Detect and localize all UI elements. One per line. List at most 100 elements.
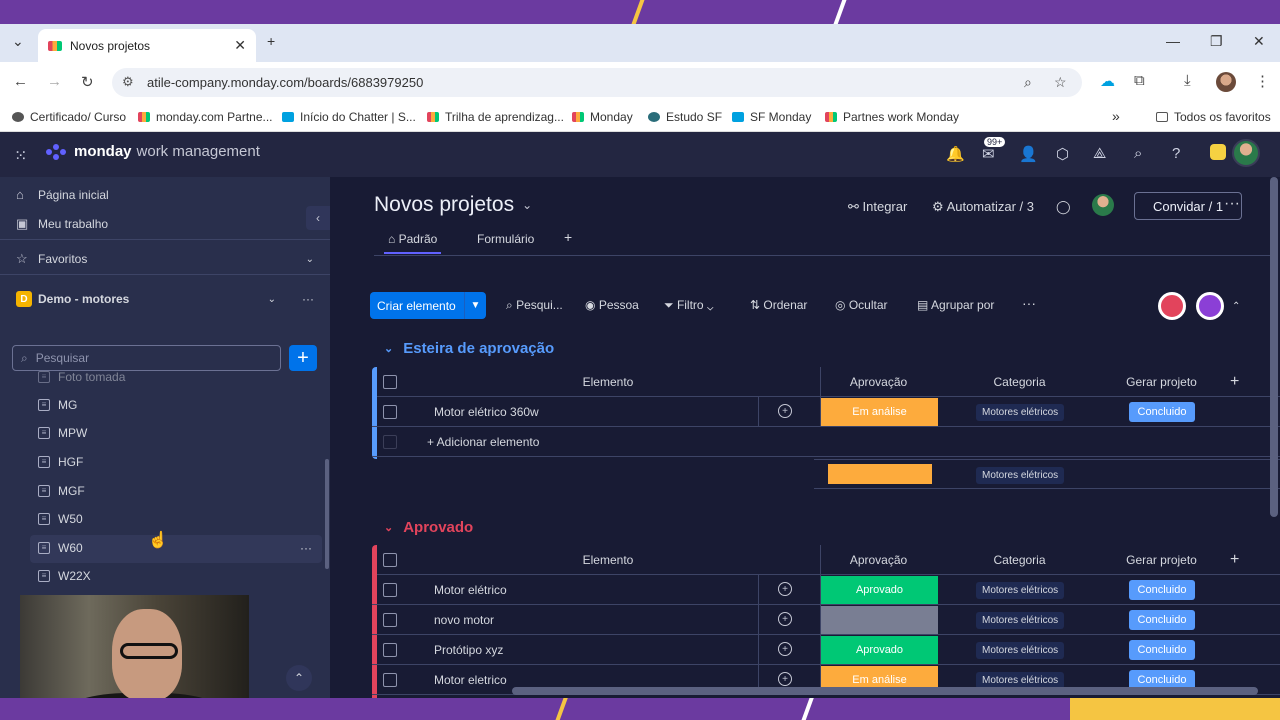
account-logo[interactable] [1210, 144, 1226, 160]
select-all-checkbox[interactable] [383, 553, 397, 567]
add-item-input[interactable]: + Adicionar elemento [427, 427, 539, 457]
forward-icon[interactable]: → [47, 73, 62, 90]
category-tag[interactable]: Motores elétricos [976, 642, 1065, 659]
back-icon[interactable]: ← [13, 73, 28, 90]
automate-button[interactable]: ⚙ Automatizar / 3 [932, 199, 1034, 215]
board-item[interactable]: ≡ HGF [38, 455, 83, 469]
concluido-button[interactable]: Concluido [1129, 640, 1195, 660]
bookmark-item[interactable]: Partnes work Monday [825, 110, 959, 124]
search-tool[interactable]: ⌕ Pesqui... [506, 298, 563, 313]
extensions-icon[interactable]: ⧉ [1134, 72, 1145, 89]
row-checkbox[interactable] [383, 673, 397, 687]
vertical-scrollbar[interactable] [1270, 177, 1278, 517]
item-name[interactable]: Motor elétrico 360w [434, 397, 539, 427]
group-by-tool[interactable]: ▤ Agrupar por [917, 298, 994, 312]
workspace-selector[interactable]: D Demo - motores ⌄ ··· [16, 291, 314, 307]
maximize-icon[interactable]: ❐ [1210, 33, 1223, 50]
bookmark-item[interactable]: SF Monday [732, 110, 811, 124]
horizontal-scrollbar[interactable] [512, 687, 1258, 695]
board-item[interactable]: ≡ MPW [38, 426, 87, 440]
invite-members-icon[interactable]: 👤 [1019, 145, 1038, 163]
row-checkbox[interactable] [383, 643, 397, 657]
integration-logo-2[interactable] [1196, 292, 1224, 320]
browser-tab[interactable]: Novos projetos ✕ [38, 29, 256, 62]
integrate-button[interactable]: ⚯ Integrar [848, 199, 907, 215]
concluido-button[interactable]: Concluido [1129, 402, 1195, 422]
address-bar[interactable]: ⚙ atile-company.monday.com/boards/688397… [112, 68, 1082, 97]
bookmark-item[interactable]: Monday [572, 110, 633, 124]
add-view-icon[interactable]: + [564, 229, 572, 245]
notifications-bell-icon[interactable]: 🔔 [946, 145, 965, 163]
more-bookmarks-icon[interactable]: » [1112, 108, 1120, 124]
zoom-icon[interactable]: ⌕ [1024, 74, 1032, 91]
column-header[interactable]: Aprovação [820, 367, 937, 397]
inbox-icon[interactable]: ✉ [982, 145, 995, 163]
tab-formulario[interactable]: Formulário [477, 232, 534, 246]
chevron-up-icon[interactable]: ⌃ [1232, 301, 1240, 312]
user-avatar[interactable] [1232, 139, 1260, 167]
bookmark-item[interactable]: Certificado/ Curso [12, 110, 126, 124]
select-all-checkbox[interactable] [383, 375, 397, 389]
create-item-button[interactable]: Criar elemento ▼ [370, 292, 486, 319]
app-grid-icon[interactable]: ⁙ [14, 146, 27, 166]
row-checkbox[interactable] [383, 583, 397, 597]
item-name[interactable]: novo motor [434, 605, 494, 635]
add-board-button[interactable]: + [289, 345, 317, 371]
table-row[interactable]: Motor elétrico 360w + Em análise Motores… [372, 397, 1280, 427]
hide-tool[interactable]: ◎ Ocultar [835, 298, 888, 312]
column-header[interactable]: Gerar projeto [1102, 367, 1221, 397]
sidebar-scrollbar[interactable] [325, 459, 329, 569]
add-update-icon[interactable]: + [778, 672, 792, 686]
salesforce-extension-icon[interactable]: ☁ [1100, 72, 1115, 90]
table-row[interactable]: novo motor + Motores elétricos Concluido [372, 605, 1280, 635]
add-column-icon[interactable]: + [1230, 367, 1246, 397]
add-update-icon[interactable]: + [778, 582, 792, 596]
table-row[interactable]: Motor elétrico + Aprovado Motores elétri… [372, 575, 1280, 605]
board-item[interactable]: ≡ Foto tomada [38, 370, 125, 384]
board-title[interactable]: Novos projetos ⌄ [374, 193, 532, 217]
board-menu-icon[interactable]: ··· [1224, 195, 1240, 213]
all-favorites[interactable]: Todos os favoritos [1156, 110, 1271, 124]
download-icon[interactable]: ⤓ [1184, 72, 1191, 89]
column-header[interactable]: Elemento [562, 545, 654, 575]
more-tools-icon[interactable]: ··· [1022, 295, 1036, 311]
board-member-avatar[interactable] [1092, 194, 1114, 216]
person-filter[interactable]: ◉ Pessoa [585, 298, 639, 312]
bookmark-item[interactable]: monday.com Partne... [138, 110, 273, 124]
search-icon[interactable]: ⌕ [1134, 145, 1142, 162]
board-item[interactable]: ≡ W50 [38, 512, 83, 526]
status-cell[interactable]: Aprovado [821, 636, 938, 664]
help-icon[interactable]: ? [1172, 145, 1180, 162]
add-column-icon[interactable]: + [1230, 545, 1246, 575]
bookmark-item[interactable]: Trilha de aprendizag... [427, 110, 564, 124]
concluido-button[interactable]: Concluido [1129, 580, 1195, 600]
column-header[interactable]: Aprovação [820, 545, 937, 575]
category-tag[interactable]: Motores elétricos [976, 582, 1065, 599]
status-cell[interactable] [821, 606, 938, 634]
integrations-icon[interactable]: ⟁ [1093, 145, 1106, 162]
bookmark-item[interactable]: Início do Chatter | S... [282, 110, 416, 124]
category-tag[interactable]: Motores elétricos [976, 612, 1065, 629]
minimize-icon[interactable]: — [1166, 33, 1180, 49]
browser-menu-icon[interactable]: ⋮ [1255, 72, 1270, 90]
column-header[interactable]: Elemento [562, 367, 654, 397]
row-checkbox[interactable] [383, 405, 397, 419]
reload-icon[interactable]: ↻ [81, 73, 94, 91]
row-checkbox[interactable] [383, 613, 397, 627]
nav-home[interactable]: ⌂ Página inicial [16, 187, 109, 202]
add-update-icon[interactable]: + [778, 404, 792, 418]
item-name[interactable]: Protótipo xyz [434, 635, 503, 665]
column-header[interactable]: Categoria [938, 367, 1101, 397]
item-name[interactable]: Motor eletrico [434, 665, 507, 695]
scroll-up-button[interactable]: ⌃ [286, 665, 312, 691]
tab-padrao[interactable]: ⌂ Padrão [383, 232, 442, 254]
sort-tool[interactable]: ⇅ Ordenar [750, 298, 807, 312]
board-item[interactable]: ≡ MG [38, 398, 77, 412]
collapse-sidebar-button[interactable]: ‹ [306, 206, 330, 230]
item-name[interactable]: Motor elétrico [434, 575, 507, 605]
group-title[interactable]: ⌄ Esteira de aprovação [384, 340, 554, 357]
bookmark-item[interactable]: Estudo SF [648, 110, 722, 124]
close-window-icon[interactable]: ✕ [1253, 33, 1265, 50]
group-title[interactable]: ⌄ Aprovado [384, 519, 473, 536]
board-item[interactable]: ≡ W22X [38, 569, 91, 583]
